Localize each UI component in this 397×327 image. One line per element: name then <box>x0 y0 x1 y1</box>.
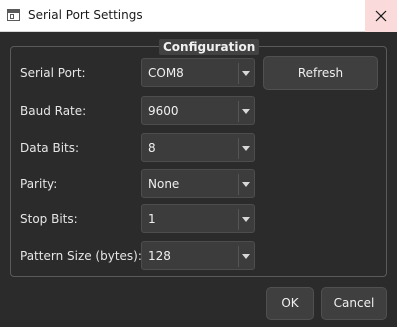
stop-bits-value: 1 <box>148 212 156 226</box>
baud-rate-select[interactable]: 9600 <box>141 96 255 125</box>
stop-bits-label: Stop Bits: <box>20 212 78 226</box>
baud-rate-value: 9600 <box>148 104 179 118</box>
stop-bits-select[interactable]: 1 <box>141 204 255 233</box>
chevron-down-icon <box>242 182 250 187</box>
baud-rate-label: Baud Rate: <box>20 104 87 118</box>
close-icon <box>375 10 387 22</box>
ok-button[interactable]: OK <box>266 287 314 320</box>
chevron-down-icon <box>242 109 250 114</box>
serial-port-value: COM8 <box>148 66 184 80</box>
pattern-size-select[interactable]: 128 <box>141 241 255 270</box>
parity-value: None <box>148 177 180 191</box>
chevron-down-icon <box>242 254 250 259</box>
serial-port-select[interactable]: COM8 <box>141 58 255 87</box>
data-bits-value: 8 <box>148 141 156 155</box>
window-icon <box>7 9 20 21</box>
parity-select[interactable]: None <box>141 169 255 198</box>
chevron-down-icon <box>242 71 250 76</box>
chevron-down-icon <box>242 146 250 151</box>
data-bits-select[interactable]: 8 <box>141 133 255 162</box>
pattern-size-value: 128 <box>148 249 171 263</box>
window-title: Serial Port Settings <box>28 8 143 22</box>
refresh-button[interactable]: Refresh <box>263 56 378 90</box>
close-button[interactable] <box>365 0 397 32</box>
serial-port-label: Serial Port: <box>20 66 86 80</box>
group-title: Configuration <box>159 39 260 55</box>
pattern-size-label: Pattern Size (bytes): <box>20 249 142 263</box>
title-bar: Serial Port Settings <box>0 0 397 32</box>
chevron-down-icon <box>242 217 250 222</box>
cancel-button[interactable]: Cancel <box>321 287 387 320</box>
data-bits-label: Data Bits: <box>20 141 80 155</box>
parity-label: Parity: <box>20 177 58 191</box>
